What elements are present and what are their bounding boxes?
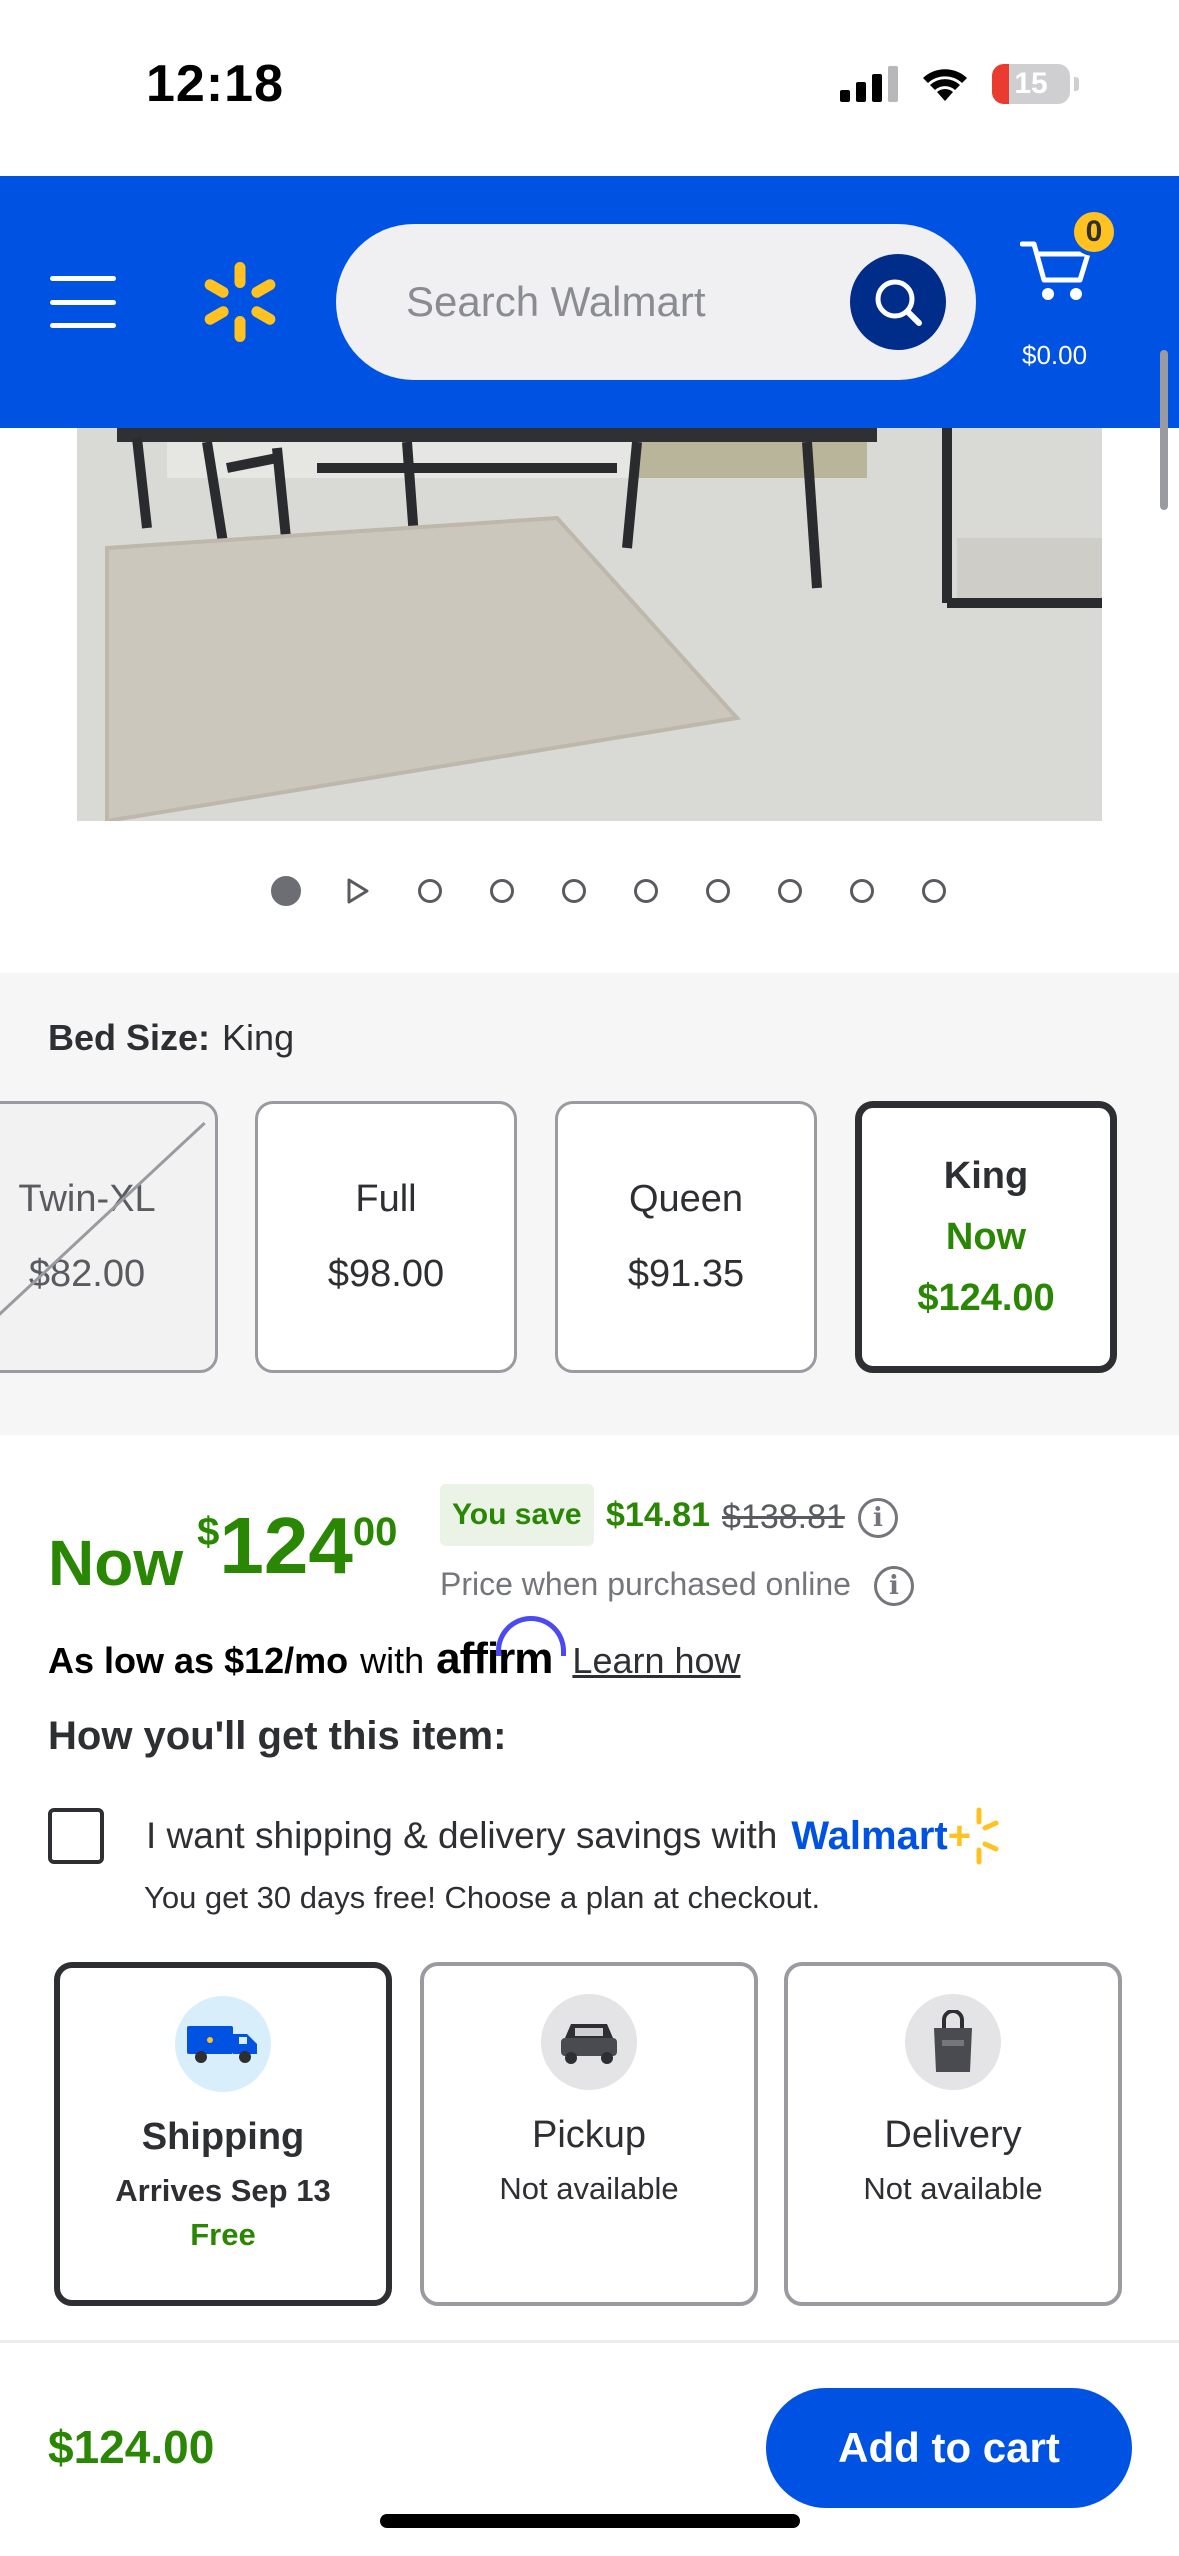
fulfillment-cost: Free xyxy=(190,2217,256,2252)
fulfillment-title: Pickup xyxy=(531,2114,647,2156)
fulfillment-heading: How you'll get this item: xyxy=(48,1714,507,1758)
fulfillment-title: Shipping xyxy=(141,2116,305,2158)
menu-icon[interactable] xyxy=(50,276,116,328)
walmart-plus-text: I want shipping & delivery savings with xyxy=(146,1815,778,1856)
learn-how-link[interactable]: Learn how xyxy=(572,1640,740,1682)
was-price: $138.81 xyxy=(722,1498,845,1536)
variant-option-king[interactable]: King Now $124.00 xyxy=(855,1101,1117,1373)
affirm-logo: affirm xyxy=(436,1616,567,1684)
carousel-video-dot[interactable] xyxy=(322,876,394,906)
bag-icon xyxy=(905,1994,1001,2090)
variant-price-prefix: Now xyxy=(945,1215,1027,1258)
variant-selected-value: King xyxy=(222,1017,295,1058)
divider xyxy=(0,2340,1179,2343)
walmart-plus-checkbox[interactable] xyxy=(48,1808,104,1864)
fulfillment-option-pickup[interactable]: Pickup Not available xyxy=(420,1962,758,2306)
add-to-cart-button[interactable]: Add to cart xyxy=(766,2388,1132,2508)
search-icon xyxy=(875,279,922,326)
carousel-dot[interactable] xyxy=(610,876,682,906)
fulfillment-status: Arrives Sep 13 xyxy=(115,2173,331,2208)
variant-price: $124.00 xyxy=(917,1276,1055,1319)
variant-option-full[interactable]: Full $98.00 xyxy=(255,1101,517,1373)
play-icon xyxy=(347,878,369,904)
affirm-financing: As low as $12/mo with affirm Learn how xyxy=(48,1616,741,1684)
walmart-plus-trial-note: You get 30 days free! Choose a plan at c… xyxy=(144,1880,821,1915)
walmart-spark-logo[interactable] xyxy=(200,260,280,344)
battery-level: 15 xyxy=(1014,67,1048,100)
fulfillment-status: Not available xyxy=(863,2171,1043,2206)
variant-price: $98.00 xyxy=(327,1253,445,1295)
variant-price: $82.00 xyxy=(28,1253,146,1295)
variant-option-queen[interactable]: Queen $91.35 xyxy=(555,1101,817,1373)
bed-frame-photo xyxy=(77,428,1102,821)
scrollbar[interactable] xyxy=(1160,350,1168,510)
fulfillment-option-delivery[interactable]: Delivery Not available xyxy=(784,1962,1122,2306)
car-icon xyxy=(541,1994,637,2090)
online-price-info-icon[interactable]: i xyxy=(874,1566,914,1606)
variant-label: Bed Size: King xyxy=(48,1017,295,1058)
variant-selector: Bed Size: King Twin-XL $82.00 Full $98.00… xyxy=(0,973,1179,1435)
cellular-signal-icon xyxy=(840,66,898,102)
walmart-plus-logo: Walmart+ xyxy=(791,1813,972,1858)
variant-name: King xyxy=(943,1154,1029,1197)
sticky-price: $124.00 xyxy=(48,2421,215,2473)
variant-price: $91.35 xyxy=(627,1253,745,1295)
status-bar: 12:18 15 xyxy=(0,0,1179,176)
wifi-icon xyxy=(923,69,967,101)
battery-icon: 15 xyxy=(992,64,1070,104)
product-image[interactable] xyxy=(77,428,1102,821)
online-price-note: Price when purchased online xyxy=(440,1566,851,1602)
carousel-dot[interactable] xyxy=(250,876,322,906)
carousel-dot[interactable] xyxy=(394,876,466,906)
carousel-dot[interactable] xyxy=(898,876,970,906)
carousel-dot[interactable] xyxy=(538,876,610,906)
variant-name: Full xyxy=(355,1178,417,1220)
save-amount: $14.81 xyxy=(606,1496,710,1534)
truck-icon xyxy=(175,1996,271,2092)
walmart-plus-spark-icon xyxy=(976,1807,999,1865)
current-price: Now $ 124 00 xyxy=(48,1501,398,1599)
status-time: 12:18 xyxy=(146,55,284,113)
cart-count-badge: 0 xyxy=(1070,208,1118,256)
app-header: 0 $0.00 xyxy=(0,176,1179,428)
you-save-badge: You save xyxy=(440,1484,594,1546)
search-input[interactable] xyxy=(406,224,826,380)
variant-name: Queen xyxy=(628,1178,744,1220)
cart-button[interactable]: 0 $0.00 xyxy=(1010,206,1140,370)
savings-info-icon[interactable]: i xyxy=(858,1498,898,1538)
fulfillment-title: Delivery xyxy=(884,2114,1022,2156)
image-carousel-dots xyxy=(250,876,970,906)
affirm-monthly: As low as $12/mo xyxy=(48,1640,349,1681)
walmart-plus-option: I want shipping & delivery savings with … xyxy=(48,1806,999,1866)
home-indicator[interactable] xyxy=(380,2514,800,2528)
carousel-dot[interactable] xyxy=(682,876,754,906)
carousel-dot[interactable] xyxy=(466,876,538,906)
search-button[interactable] xyxy=(850,254,946,350)
search-bar xyxy=(336,224,976,380)
carousel-dot[interactable] xyxy=(754,876,826,906)
cart-total: $0.00 xyxy=(1022,340,1088,370)
carousel-dot[interactable] xyxy=(826,876,898,906)
variant-option-twin-xl[interactable]: Twin-XL $82.00 xyxy=(0,1101,218,1373)
fulfillment-status: Not available xyxy=(499,2171,679,2206)
status-icons: 15 xyxy=(840,64,1079,104)
fulfillment-option-shipping[interactable]: Shipping Arrives Sep 13 Free xyxy=(54,1962,392,2306)
